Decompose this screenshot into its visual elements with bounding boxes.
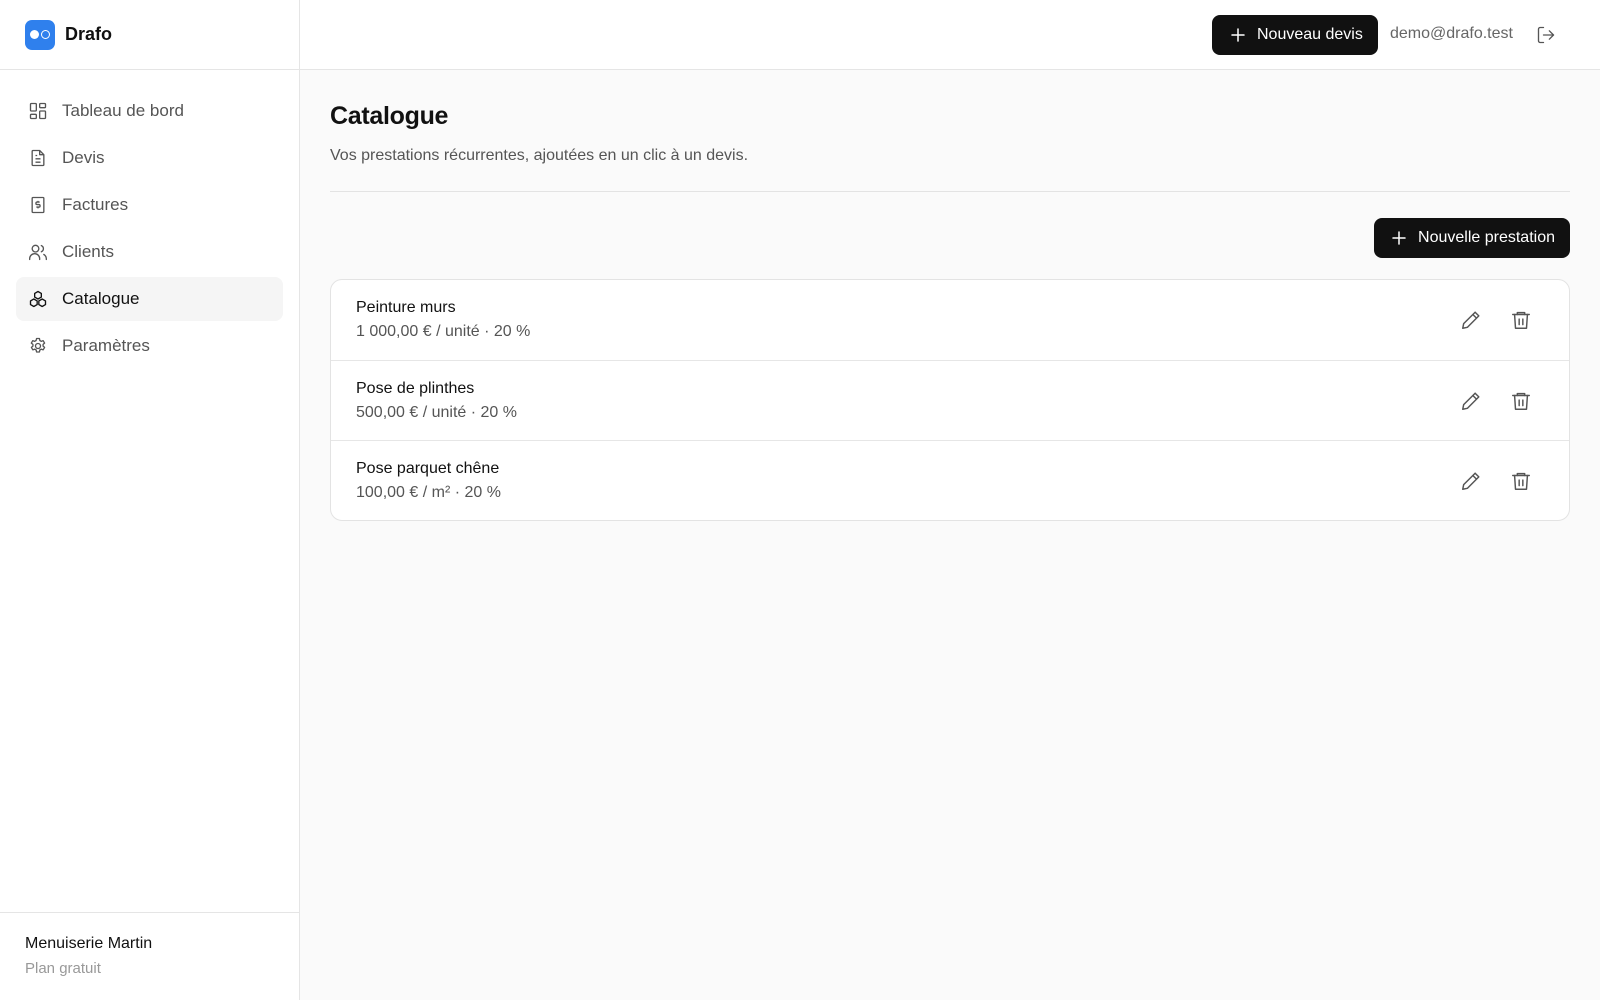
- catalog-actions: Nouvelle prestation: [330, 218, 1570, 258]
- sidebar-item-quotes[interactable]: Devis: [16, 136, 283, 180]
- item-actions: [1460, 390, 1532, 412]
- sidebar-item-label: Factures: [62, 195, 129, 214]
- invoice-icon: [28, 195, 48, 215]
- sidebar: Drafo Tableau de bord Devis Factures Cli…: [0, 0, 300, 1000]
- edit-icon[interactable]: [1460, 470, 1482, 492]
- plus-icon: [1390, 229, 1408, 247]
- trash-icon[interactable]: [1510, 309, 1532, 331]
- list-item: Peinture murs 1 000,00 € / unité · 20 %: [331, 280, 1569, 360]
- item-info: Pose de plinthes 500,00 € / unité · 20 %: [356, 380, 517, 422]
- dashboard-icon: [28, 101, 48, 121]
- item-name: Pose de plinthes: [356, 379, 475, 397]
- organization-info[interactable]: Menuiserie Martin Plan gratuit: [0, 912, 299, 1000]
- edit-icon[interactable]: [1460, 309, 1482, 331]
- item-actions: [1460, 309, 1532, 331]
- brand[interactable]: Drafo: [0, 0, 299, 70]
- document-icon: [28, 148, 48, 168]
- item-name: Peinture murs: [356, 299, 456, 316]
- user-email: demo@drafo.test: [1390, 25, 1513, 42]
- gear-icon: [28, 336, 48, 356]
- new-quote-button[interactable]: Nouveau devis: [1212, 15, 1378, 55]
- plus-icon: [1229, 26, 1247, 44]
- topbar: Nouveau devis demo@drafo.test: [300, 0, 1600, 70]
- new-item-label: Nouvelle prestation: [1418, 229, 1555, 246]
- users-icon: [28, 242, 48, 262]
- trash-icon[interactable]: [1510, 470, 1532, 492]
- sidebar-item-label: Catalogue: [62, 289, 140, 308]
- item-name: Pose parquet chêne: [356, 459, 500, 477]
- item-info: Peinture murs 1 000,00 € / unité · 20 %: [356, 299, 530, 341]
- sidebar-item-label: Devis: [62, 148, 105, 167]
- divider: [330, 191, 1570, 192]
- trash-icon[interactable]: [1510, 390, 1532, 412]
- sidebar-nav: Tableau de bord Devis Factures Clients C…: [0, 70, 299, 368]
- list-item: Pose de plinthes 500,00 € / unité · 20 %: [331, 360, 1569, 440]
- sidebar-item-label: Paramètres: [62, 336, 150, 355]
- item-meta: 1 000,00 € / unité · 20 %: [356, 323, 531, 340]
- sidebar-item-catalog[interactable]: Catalogue: [16, 277, 283, 321]
- plan-label: Plan gratuit: [25, 960, 101, 977]
- page-subtitle: Vos prestations récurrentes, ajoutées en…: [330, 147, 749, 164]
- catalog-list: Peinture murs 1 000,00 € / unité · 20 % …: [330, 279, 1570, 521]
- item-actions: [1460, 470, 1532, 492]
- list-item: Pose parquet chêne 100,00 € / m² · 20 %: [331, 440, 1569, 520]
- item-meta: 500,00 € / unité · 20 %: [356, 403, 517, 421]
- sidebar-item-label: Tableau de bord: [62, 101, 184, 120]
- sidebar-item-label: Clients: [62, 242, 114, 261]
- sidebar-item-settings[interactable]: Paramètres: [16, 324, 283, 368]
- logo-icon: [25, 19, 55, 50]
- organization-name: Menuiserie Martin: [25, 935, 153, 952]
- sidebar-item-dashboard[interactable]: Tableau de bord: [16, 89, 283, 133]
- logout-icon[interactable]: [1536, 25, 1556, 45]
- sidebar-item-clients[interactable]: Clients: [16, 230, 283, 274]
- item-info: Pose parquet chêne 100,00 € / m² · 20 %: [356, 460, 501, 502]
- item-meta: 100,00 € / m² · 20 %: [356, 483, 501, 501]
- page-title: Catalogue: [330, 102, 449, 130]
- edit-icon[interactable]: [1460, 390, 1482, 412]
- catalog-icon: [28, 289, 48, 309]
- sidebar-item-invoices[interactable]: Factures: [16, 183, 283, 227]
- new-item-button[interactable]: Nouvelle prestation: [1374, 218, 1570, 258]
- new-quote-label: Nouveau devis: [1257, 26, 1363, 43]
- main-content: Catalogue Vos prestations récurrentes, a…: [330, 70, 1570, 521]
- brand-name: Drafo: [65, 24, 113, 44]
